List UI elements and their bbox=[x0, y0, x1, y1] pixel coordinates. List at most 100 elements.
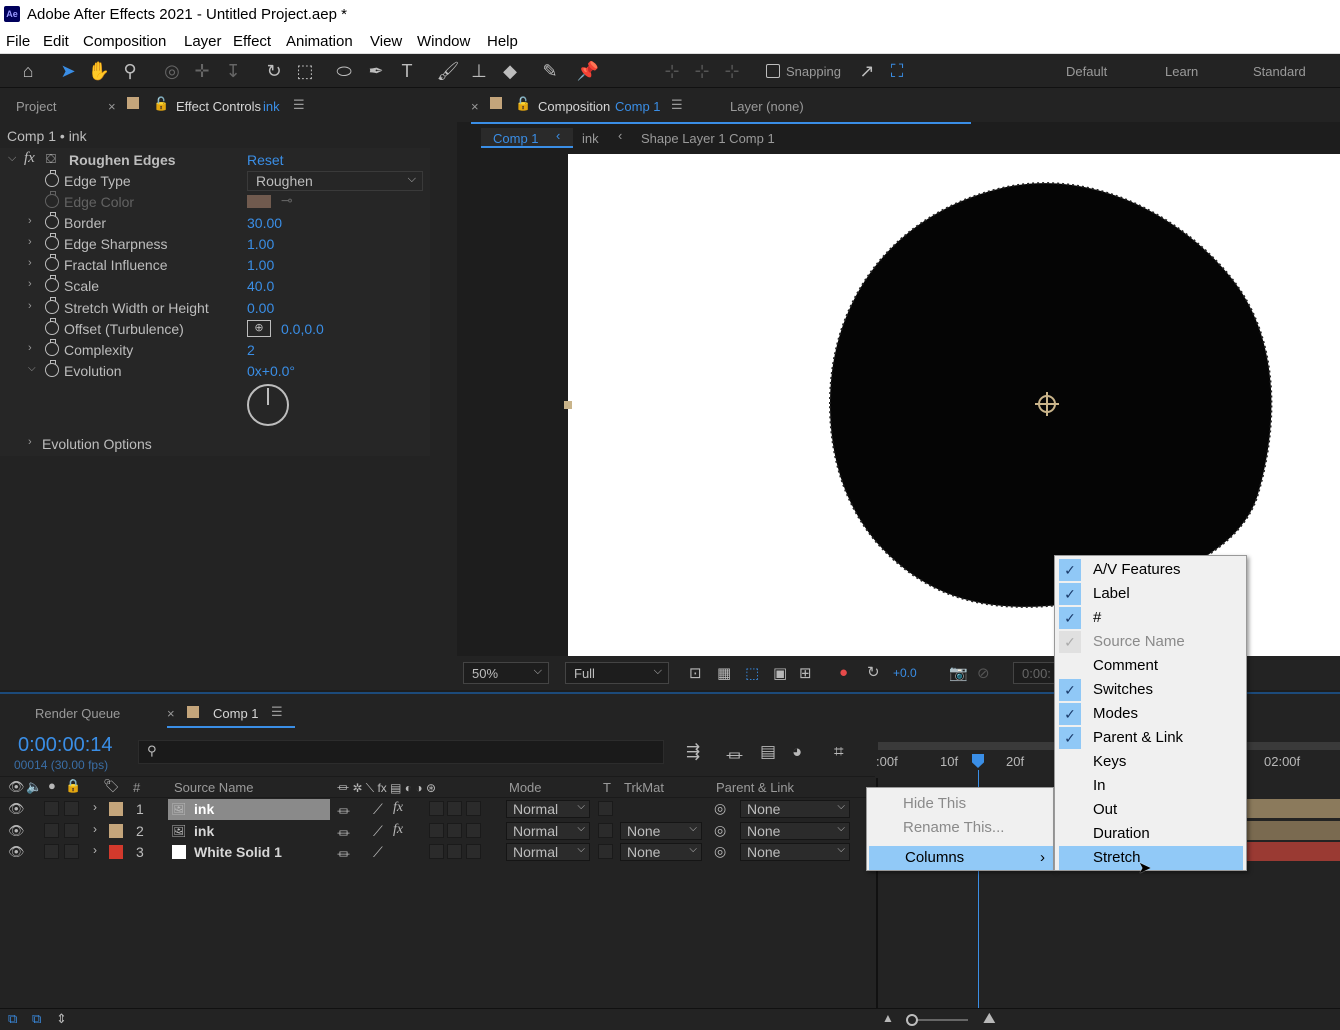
switch-cell[interactable] bbox=[466, 823, 481, 838]
crumb-comp1[interactable]: Comp 1 bbox=[493, 131, 539, 146]
shy-switch-icon[interactable]: ⏛ bbox=[337, 823, 350, 842]
snap-edges-icon[interactable]: ↗ bbox=[855, 59, 879, 83]
menu-item-columns[interactable]: Columns › bbox=[869, 846, 1053, 870]
eye-icon[interactable]: 👁 bbox=[8, 823, 25, 839]
zoom-dropdown[interactable]: 50% ⌵ bbox=[463, 662, 549, 684]
column-trkmat[interactable]: TrkMat bbox=[624, 780, 664, 795]
switch-cell[interactable] bbox=[447, 823, 462, 838]
layer-row[interactable]: 👁 › 3 White Solid 1 ⏛ ⟋ Normal ⌵ None ⌵ ◎ … bbox=[0, 842, 870, 863]
chevron-right-icon[interactable]: › bbox=[93, 843, 97, 857]
lock-icon[interactable]: 🔓 bbox=[515, 96, 531, 112]
chevron-right-icon[interactable]: › bbox=[28, 257, 32, 269]
dolly-camera-icon[interactable]: ↧ bbox=[221, 59, 245, 83]
menu-item-out[interactable]: Out bbox=[1057, 798, 1244, 822]
stopwatch-icon[interactable] bbox=[45, 318, 59, 335]
snap-features-icon[interactable]: ⛶ bbox=[885, 59, 909, 83]
tab-render-queue[interactable]: Render Queue bbox=[35, 706, 120, 721]
menu-item-av-features[interactable]: ✓ A/V Features bbox=[1057, 558, 1244, 582]
audio-toggle[interactable] bbox=[44, 823, 59, 838]
pan-camera-icon[interactable]: ✛ bbox=[190, 59, 214, 83]
transparency-grid-icon[interactable]: ▦ bbox=[717, 664, 731, 682]
tab-composition[interactable]: Composition bbox=[538, 99, 610, 114]
menu-window[interactable]: Window bbox=[417, 33, 470, 50]
quality-switch-icon[interactable]: ⟋ bbox=[373, 823, 383, 840]
grid-guides-icon[interactable]: ⊞ bbox=[799, 664, 812, 682]
prop-value[interactable]: 2 bbox=[247, 342, 255, 358]
chevron-right-icon[interactable]: › bbox=[28, 436, 32, 448]
chevron-right-icon[interactable]: › bbox=[28, 215, 32, 227]
fx-switch-icon[interactable]: fx bbox=[393, 822, 403, 838]
stopwatch-icon[interactable] bbox=[45, 297, 59, 314]
show-snapshot-icon[interactable]: ⊘ bbox=[977, 664, 990, 682]
chevron-right-icon[interactable]: › bbox=[28, 300, 32, 312]
prop-value[interactable]: 30.00 bbox=[247, 215, 282, 231]
channel-icon[interactable]: ● bbox=[839, 664, 848, 681]
menu-item-in[interactable]: In bbox=[1057, 774, 1244, 798]
switch-cell[interactable] bbox=[466, 844, 481, 859]
chevron-down-icon[interactable]: ⌵ bbox=[28, 363, 36, 374]
menu-item-hide-this[interactable]: Hide This bbox=[867, 792, 1053, 816]
trkmat-dropdown[interactable]: None ⌵ bbox=[620, 822, 702, 840]
menu-view[interactable]: View bbox=[370, 33, 402, 50]
brush-tool-icon[interactable]: 🖌 bbox=[436, 59, 460, 83]
pen-tool-icon[interactable]: ✒ bbox=[364, 59, 388, 83]
switch-cell[interactable] bbox=[466, 801, 481, 816]
clone-stamp-tool-icon[interactable]: ⊥ bbox=[467, 59, 491, 83]
eraser-tool-icon[interactable]: ◆ bbox=[498, 59, 522, 83]
tab-effect-controls[interactable]: Effect Controls bbox=[176, 99, 261, 114]
close-icon[interactable]: × bbox=[108, 99, 116, 114]
lock-toggle[interactable] bbox=[64, 823, 79, 838]
stopwatch-icon[interactable] bbox=[45, 339, 59, 356]
workspace-learn[interactable]: Learn bbox=[1165, 64, 1198, 79]
workspace-standard[interactable]: Standard bbox=[1253, 64, 1306, 79]
layer-handle[interactable] bbox=[564, 401, 572, 409]
point-crosshair-icon[interactable]: ⊕ bbox=[247, 320, 271, 337]
zoom-out-icon[interactable]: ▲ bbox=[882, 1011, 894, 1025]
stopwatch-icon[interactable] bbox=[45, 360, 59, 377]
preserve-transparency-toggle[interactable] bbox=[598, 844, 613, 859]
panel-menu-icon[interactable]: ☰ bbox=[293, 97, 305, 113]
eye-icon[interactable]: 👁 bbox=[8, 801, 25, 817]
column-number[interactable]: # bbox=[133, 780, 140, 795]
mask-visibility-icon[interactable]: ⬚ bbox=[745, 664, 759, 682]
eyedropper-icon[interactable]: ⊸ bbox=[281, 192, 293, 209]
panel-menu-icon[interactable]: ☰ bbox=[671, 97, 683, 113]
switch-cell[interactable] bbox=[429, 823, 444, 838]
audio-toggle[interactable] bbox=[44, 801, 59, 816]
orbit-camera-icon[interactable]: ◎ bbox=[160, 59, 184, 83]
graph-editor-icon[interactable]: ⌗ bbox=[834, 742, 844, 762]
column-parent-link[interactable]: Parent & Link bbox=[716, 780, 794, 795]
puppet-pin-tool-icon[interactable]: 📌 bbox=[576, 59, 600, 83]
parent-dropdown[interactable]: None ⌵ bbox=[740, 843, 850, 861]
shy-switch-icon[interactable]: ⏛ bbox=[337, 844, 350, 863]
switch-cell[interactable] bbox=[447, 844, 462, 859]
lock-header-icon[interactable]: 🔒 bbox=[65, 778, 81, 794]
prop-value[interactable]: 0x+0.0° bbox=[247, 363, 295, 379]
playhead-icon[interactable] bbox=[972, 754, 984, 768]
world-axis-icon[interactable]: ⊹ bbox=[690, 59, 714, 83]
menu-animation[interactable]: Animation bbox=[286, 33, 353, 50]
chevron-right-icon[interactable]: › bbox=[93, 800, 97, 814]
draft-3d-icon[interactable]: ⏛ bbox=[726, 742, 743, 767]
column-source-name[interactable]: Source Name bbox=[174, 780, 253, 795]
label-color-swatch[interactable] bbox=[109, 824, 123, 838]
menu-item-modes[interactable]: ✓ Modes bbox=[1057, 702, 1244, 726]
prop-value[interactable]: 40.0 bbox=[247, 278, 274, 294]
quality-switch-icon[interactable]: ⟋ bbox=[373, 844, 383, 861]
zoom-slider[interactable] bbox=[910, 1019, 968, 1021]
label-color-swatch[interactable] bbox=[109, 802, 123, 816]
home-icon[interactable]: ⌂ bbox=[16, 59, 40, 83]
zoom-in-icon[interactable]: ⛰ bbox=[983, 1010, 996, 1027]
crumb-ink[interactable]: ink bbox=[582, 131, 599, 146]
hand-tool-icon[interactable]: ✋ bbox=[87, 59, 111, 83]
transfer-controls-toggle-icon[interactable]: ⧉ bbox=[32, 1011, 41, 1027]
menu-effect[interactable]: Effect bbox=[233, 33, 271, 50]
prop-value[interactable]: 0.00 bbox=[247, 300, 274, 316]
exposure-value[interactable]: +0.0 bbox=[893, 666, 917, 680]
fx-icon[interactable]: fx bbox=[24, 150, 35, 167]
tab-project[interactable]: Project bbox=[16, 99, 56, 114]
mode-dropdown[interactable]: Normal ⌵ bbox=[506, 843, 590, 861]
switch-cell[interactable] bbox=[447, 801, 462, 816]
quality-switch-icon[interactable]: ⟋ bbox=[373, 801, 383, 818]
audio-toggle[interactable] bbox=[44, 844, 59, 859]
